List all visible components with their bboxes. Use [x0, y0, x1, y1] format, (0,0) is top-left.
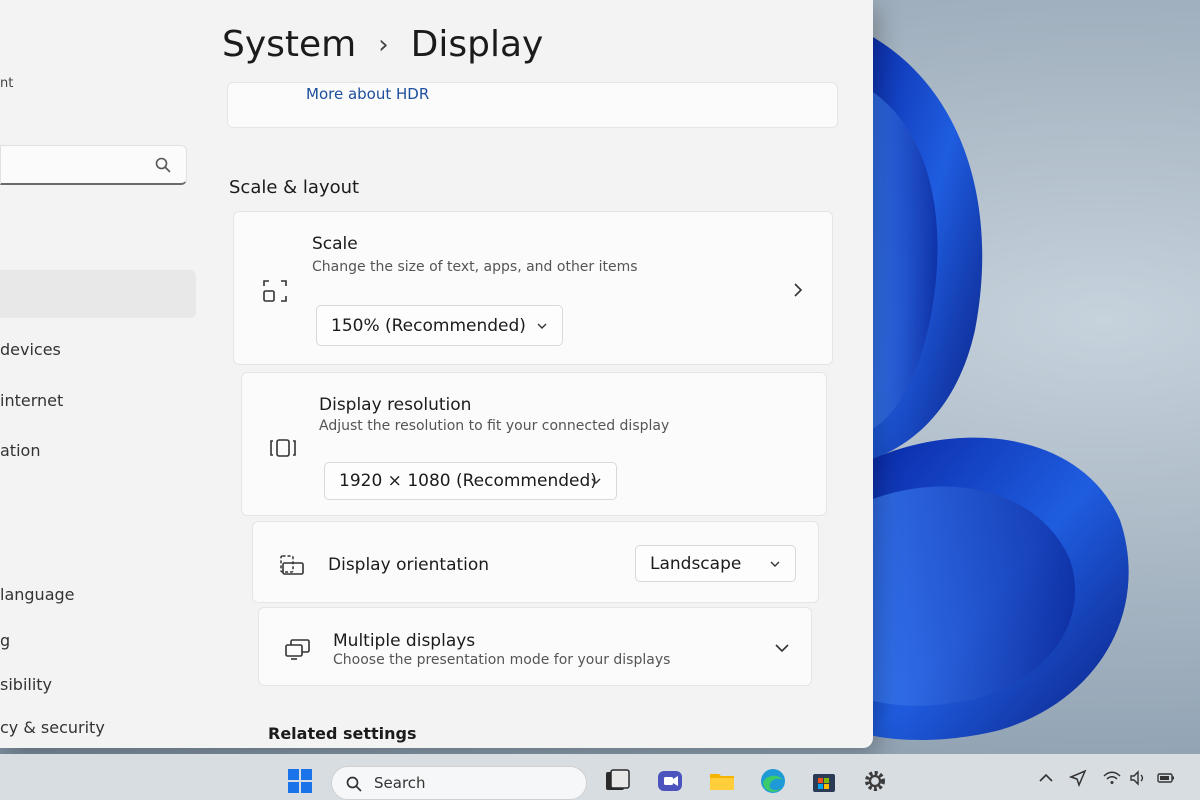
display-resolution-value: 1920 × 1080 (Recommended) [339, 471, 597, 491]
scale-title: Scale [312, 234, 358, 254]
battery-icon[interactable] [1156, 768, 1176, 788]
taskbar: Search [0, 754, 1200, 800]
find-setting-search-input[interactable] [0, 145, 187, 185]
related-settings-heading: Related settings [268, 724, 417, 743]
start-button-icon[interactable] [285, 766, 315, 796]
scale-icon [263, 280, 287, 302]
taskbar-search-box[interactable]: Search [331, 766, 587, 800]
display-resolution-dropdown[interactable]: 1920 × 1080 (Recommended) [324, 462, 617, 500]
scale-subtitle: Change the size of text, apps, and other… [312, 259, 638, 275]
nav-item-bluetooth-devices[interactable]: devices [0, 340, 61, 359]
edge-browser-icon[interactable] [758, 766, 788, 796]
nav-item-gaming[interactable]: g [0, 631, 10, 650]
multiple-displays-subtitle: Choose the presentation mode for your di… [333, 652, 671, 668]
nav-item-network-internet[interactable]: internet [0, 391, 63, 410]
search-icon [346, 776, 362, 792]
scale-dropdown[interactable]: 150% (Recommended) [316, 305, 563, 346]
settings-nav-pane: nt devices internet ation language g sib… [0, 0, 205, 748]
volume-icon[interactable] [1128, 768, 1148, 788]
file-explorer-icon[interactable] [707, 766, 737, 796]
more-about-hdr-link[interactable]: More about HDR [306, 85, 429, 103]
nav-item-personalization[interactable]: ation [0, 441, 40, 460]
nav-item-system-selected[interactable] [0, 270, 196, 318]
scale-card[interactable]: Scale Change the size of text, apps, and… [233, 211, 833, 365]
chevron-right-icon[interactable] [790, 282, 806, 298]
teams-chat-icon[interactable] [655, 766, 685, 796]
settings-gear-icon[interactable] [860, 766, 890, 796]
chevron-down-icon [770, 561, 780, 567]
scale-dropdown-value: 150% (Recommended) [331, 315, 526, 336]
display-orientation-card: Display orientation Landscape [252, 521, 819, 603]
breadcrumb-system[interactable]: System [222, 24, 356, 65]
display-orientation-value: Landscape [650, 553, 742, 574]
chevron-down-icon [591, 478, 601, 484]
taskbar-search-label: Search [374, 774, 426, 792]
nav-item-time-language[interactable]: language [0, 585, 75, 604]
display-resolution-title: Display resolution [319, 395, 472, 415]
scale-layout-heading: Scale & layout [229, 177, 360, 198]
breadcrumb-display: Display [410, 24, 544, 65]
settings-window: nt devices internet ation language g sib… [0, 0, 873, 748]
display-orientation-title: Display orientation [328, 555, 490, 575]
breadcrumb-separator: › [378, 29, 389, 60]
chevron-down-icon[interactable] [774, 640, 790, 656]
multiple-displays-title: Multiple displays [333, 631, 476, 651]
display-resolution-subtitle: Adjust the resolution to fit your connec… [319, 418, 670, 434]
search-icon [155, 157, 171, 173]
nav-account-fragment: nt [0, 76, 14, 91]
multiple-displays-icon [285, 639, 310, 660]
wifi-icon[interactable] [1102, 768, 1122, 788]
page-title: System › Display [222, 24, 543, 65]
chevron-down-icon [537, 323, 547, 329]
task-view-icon[interactable] [602, 766, 632, 796]
display-resolution-card: Display resolution Adjust the resolution… [241, 372, 827, 516]
hdr-card: More about HDR [227, 82, 838, 128]
orientation-icon [280, 555, 304, 575]
display-orientation-dropdown[interactable]: Landscape [635, 545, 796, 582]
multiple-displays-card[interactable]: Multiple displays Choose the presentatio… [258, 607, 812, 686]
resolution-icon [270, 439, 296, 457]
microsoft-store-icon[interactable] [809, 766, 839, 796]
location-icon[interactable] [1068, 768, 1088, 788]
nav-item-accessibility[interactable]: sibility [0, 675, 52, 694]
nav-item-privacy-security[interactable]: cy & security [0, 718, 105, 737]
chevron-up-icon[interactable] [1036, 768, 1056, 788]
